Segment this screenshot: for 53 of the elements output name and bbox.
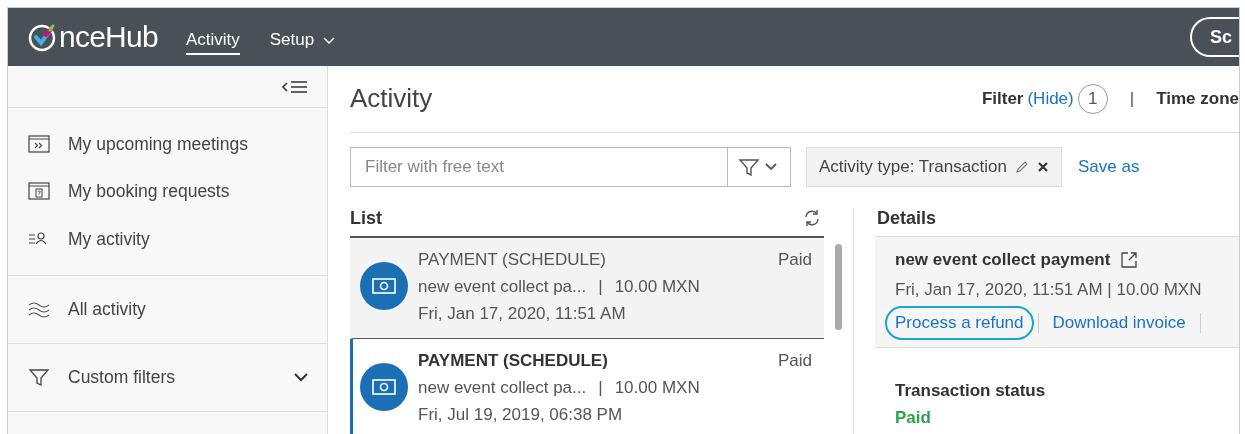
header-button[interactable]: Sc xyxy=(1190,17,1239,57)
filter-icon xyxy=(28,367,50,387)
action-link[interactable]: Download invoice xyxy=(1042,306,1196,340)
waves-icon xyxy=(28,299,50,319)
status-value: Paid xyxy=(895,407,932,428)
status-label: Transaction status xyxy=(895,380,1047,402)
logo-text: nceHub xyxy=(59,22,158,52)
external-link-icon[interactable] xyxy=(1120,250,1139,269)
event-name: new event collect pa... xyxy=(418,377,587,399)
date-text: Fri, Jul 19, 2019, 06:38 PM xyxy=(418,404,623,426)
collapse-menu-icon[interactable] xyxy=(281,78,309,95)
hide-filter-link[interactable]: (Hide) xyxy=(1027,86,1074,112)
filter-dropdown-icon xyxy=(738,157,780,176)
separator: | xyxy=(598,276,603,298)
list-title: List xyxy=(350,206,382,230)
sidebar-item[interactable]: Custom filters xyxy=(8,353,327,401)
calendar-icon xyxy=(28,133,50,154)
action-link[interactable]: Process a refund xyxy=(885,306,1034,340)
filter-chip-label: Activity type: Transaction xyxy=(819,155,1008,178)
date-text: Fri, Jan 17, 2020, 11:51 AM xyxy=(418,303,626,325)
details-title: Details xyxy=(877,206,937,230)
save-as-link[interactable]: Save as xyxy=(1078,153,1140,180)
card-meta: Fri, Jan 17, 2020, 11:51 AM | 10.00 MXN xyxy=(895,278,1203,301)
activity-type: PAYMENT (SCHEDULE) xyxy=(418,350,608,372)
refresh-icon[interactable] xyxy=(802,208,822,228)
activity-type: PAYMENT (SCHEDULE) xyxy=(418,249,606,271)
sidebar-item[interactable]: All activity xyxy=(8,285,327,333)
calendar-icon xyxy=(28,181,50,202)
sidebar-item[interactable]: My upcoming meetings xyxy=(8,120,327,168)
scrollbar[interactable] xyxy=(835,244,842,330)
card-title: new event collect payment xyxy=(895,249,1111,271)
nav-tab[interactable]: Setup xyxy=(269,26,337,56)
money-icon xyxy=(360,363,408,411)
sidebar-item[interactable]: My activity xyxy=(8,215,327,263)
time-zone-label: Time zone xyxy=(1156,88,1239,111)
separator: | xyxy=(1129,88,1135,111)
separator: | xyxy=(598,377,603,399)
close-icon[interactable] xyxy=(1037,160,1050,173)
filter-dropdown-button[interactable] xyxy=(728,146,791,187)
event-name: new event collect pa... xyxy=(418,276,587,298)
edit-icon[interactable] xyxy=(1015,159,1030,174)
logo-icon xyxy=(28,22,58,52)
amount-text: 10.00 MXN xyxy=(614,377,700,399)
list-row[interactable]: PAYMENT (SCHEDULE) Paid new event collect pa... | 10.00 MXN Fri, Jan 17, 2020, 11:51 AM xyxy=(350,238,824,339)
nav-tab[interactable]: Activity xyxy=(185,26,240,56)
status-text: Paid xyxy=(777,350,812,372)
status-text: Paid xyxy=(777,249,812,271)
page-title: Activity xyxy=(350,81,433,115)
sidebar-item[interactable]: My booking requests xyxy=(8,167,327,215)
amount-text: 10.00 MXN xyxy=(614,276,700,298)
filter-label: Filter xyxy=(981,88,1024,111)
search-field[interactable]: Filter with free text xyxy=(350,146,728,187)
money-icon xyxy=(360,262,408,310)
